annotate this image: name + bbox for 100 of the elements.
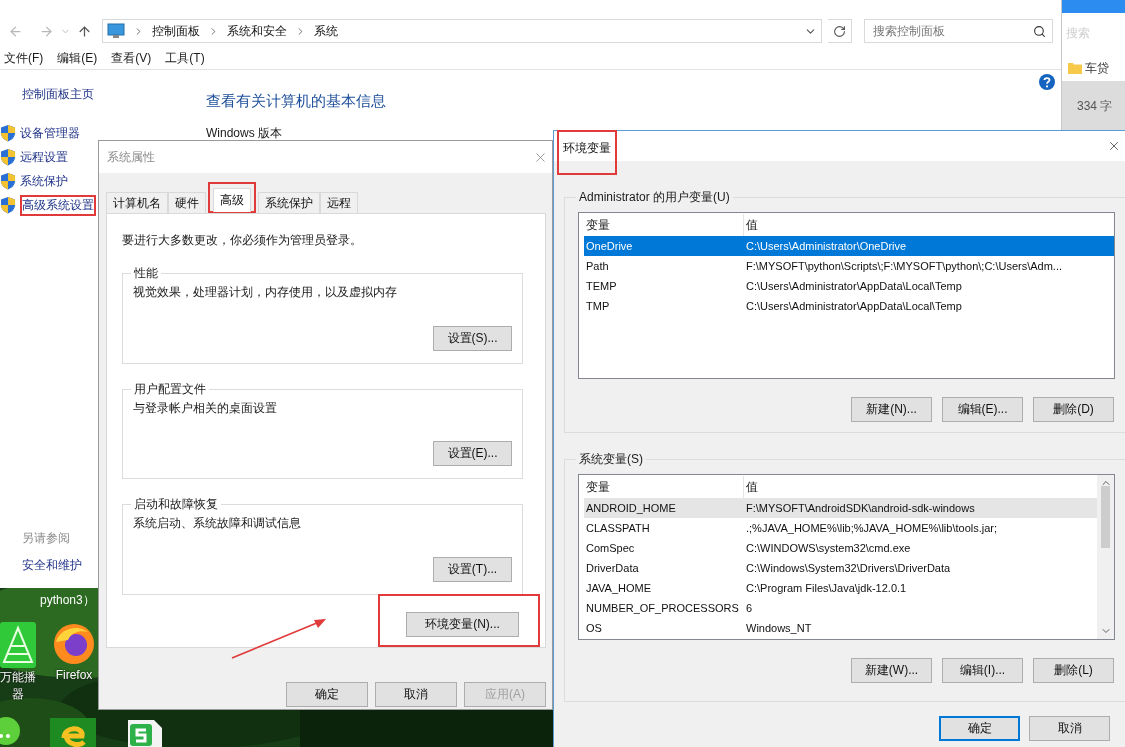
menu-item[interactable]: 查看(V) xyxy=(111,50,152,67)
breadcrumb-item[interactable]: 控制面板 xyxy=(152,22,200,40)
menu-item[interactable]: 文件(F) xyxy=(4,50,44,67)
group-description: 系统启动、系统故障和调试信息 xyxy=(133,515,302,533)
refresh-button[interactable] xyxy=(828,19,853,43)
table-row[interactable]: Path F:\MYSOFT\python\Scripts\;F:\MYSOFT\python\;C:\Users\Adm... xyxy=(584,256,1114,276)
sidebar-link[interactable]: 远程设置 xyxy=(20,148,68,166)
address-bar[interactable]: 控制面板 系统和安全 系统 xyxy=(102,19,823,43)
search-icon xyxy=(1033,24,1046,38)
table-cell-text: Windows_NT xyxy=(745,622,813,634)
tab[interactable]: 高级 xyxy=(213,188,251,212)
browser-icon[interactable] xyxy=(52,622,96,666)
table-cell-text: Path xyxy=(585,260,610,272)
variable-list[interactable] xyxy=(578,474,1115,640)
dialog-button[interactable]: 取消 xyxy=(375,682,457,707)
title-bar xyxy=(1062,0,1125,13)
scrollbar-thumb[interactable] xyxy=(1101,486,1110,548)
table-row[interactable]: CLASSPATH .;%JAVA_HOME%\lib;%JAVA_HOME%\lib\tools.jar; xyxy=(584,518,1097,538)
group-description: 视觉效果，处理器计划，内存使用，以及虚拟内存 xyxy=(133,284,398,301)
table-cell-text: ComSpec xyxy=(585,542,636,554)
desktop-caption: python3） xyxy=(40,592,95,609)
column-header[interactable]: 值 xyxy=(744,214,1114,236)
table-cell-text: .;%JAVA_HOME%\lib;%JAVA_HOME%\lib\tools.jar; xyxy=(745,522,999,534)
section-heading: 另请参阅 xyxy=(22,530,71,547)
menu-item[interactable]: 编辑(E) xyxy=(57,50,98,67)
up-icon[interactable] xyxy=(77,23,92,39)
table-cell-text: C:\WINDOWS\system32\cmd.exe xyxy=(745,542,912,554)
variable-list[interactable] xyxy=(578,212,1115,379)
group-label: 性能 xyxy=(133,265,159,282)
table-cell-text: OneDrive xyxy=(585,240,634,252)
sidebar-link[interactable]: 高级系统设置 xyxy=(22,196,94,214)
table-row[interactable]: ANDROID_HOME F:\MYSOFT\AndroidSDK\android-sdk-windows xyxy=(584,498,1097,518)
table-row[interactable]: OS Windows_NT xyxy=(584,618,1097,638)
word-count: 334 字 xyxy=(1077,98,1113,115)
shield-icon xyxy=(0,124,16,142)
dialog-title: 环境变量 xyxy=(563,140,611,157)
table-cell-text: NUMBER_OF_PROCESSORS xyxy=(585,602,740,614)
table-cell-text: 6 xyxy=(745,602,754,614)
tab[interactable]: 远程 xyxy=(320,192,358,213)
app-icon[interactable] xyxy=(50,718,96,747)
table-row[interactable]: DriverData C:\Windows\System32\Drivers\DriverData xyxy=(584,558,1097,578)
group-label: Administrator 的用户变量(U) xyxy=(578,189,731,206)
group-label: 用户配置文件 xyxy=(133,380,207,398)
menu-item[interactable]: 工具(T) xyxy=(165,50,205,67)
refresh-icon[interactable] xyxy=(833,24,847,38)
table-row[interactable]: TMP C:\Users\Administrator\AppData\Local\Temp xyxy=(584,296,1114,316)
column-header[interactable]: 值 xyxy=(744,476,1097,498)
dialog-button[interactable]: 取消 xyxy=(1029,716,1110,741)
table-cell-text: C:\Windows\System32\Drivers\DriverData xyxy=(745,562,952,574)
table-cell-text: ANDROID_HOME xyxy=(585,502,677,514)
breadcrumb-item[interactable]: 系统和安全 xyxy=(227,22,287,40)
sidebar-link[interactable]: 控制面板主页 xyxy=(22,86,200,103)
tab[interactable]: 硬件 xyxy=(168,192,206,213)
dialog-button[interactable]: 确定 xyxy=(286,682,368,707)
settings-button[interactable]: 设置(T)... xyxy=(433,557,512,582)
table-cell-text: F:\MYSOFT\AndroidSDK\android-sdk-windows xyxy=(745,502,976,514)
document-icon[interactable] xyxy=(128,720,162,747)
sidebar-link[interactable]: 设备管理器 xyxy=(20,124,80,142)
table-row[interactable]: JAVA_HOME C:\Program Files\Java\jdk-12.0.1 xyxy=(584,578,1097,598)
group-label: 启动和故障恢复 xyxy=(133,496,219,514)
settings-button[interactable]: 设置(E)... xyxy=(433,441,512,467)
folder-icon xyxy=(1068,62,1082,74)
breadcrumb-item[interactable]: 系统 xyxy=(314,22,338,40)
table-row[interactable]: NUMBER_OF_PROCESSORS 6 xyxy=(584,598,1097,618)
tab[interactable]: 计算机名 xyxy=(106,192,168,213)
list-button[interactable]: 新建(N)... xyxy=(851,397,932,422)
table-cell-text: C:\Users\Administrator\AppData\Local\Temp xyxy=(745,300,963,312)
page-heading: 查看有关计算机的基本信息 xyxy=(206,92,386,111)
list-button[interactable]: 删除(D) xyxy=(1033,397,1114,422)
section-heading: Windows 版本 xyxy=(206,125,283,142)
dialog-title: 系统属性 xyxy=(107,148,155,166)
list-button[interactable]: 编辑(I)... xyxy=(942,658,1023,683)
shield-icon xyxy=(0,148,16,166)
table-cell-text: DriverData xyxy=(585,562,640,574)
table-cell-text: C:\Program Files\Java\jdk-12.0.1 xyxy=(745,582,908,594)
tab[interactable]: 系统保护 xyxy=(258,192,320,213)
table-cell-text: TMP xyxy=(585,300,611,312)
notice-text: 要进行大多数更改，你必须作为管理员登录。 xyxy=(122,232,363,249)
environment-variables-button[interactable]: 环境变量(N)... xyxy=(406,612,519,637)
help-icon[interactable] xyxy=(1039,74,1055,90)
desktop-icon-label[interactable]: Firefox xyxy=(55,668,93,683)
scrollbar[interactable] xyxy=(1097,475,1114,639)
table-row[interactable]: TEMP C:\Users\Administrator\AppData\Local\Temp xyxy=(584,276,1114,296)
dialog-button[interactable]: 确定 xyxy=(939,716,1020,741)
close-icon[interactable] xyxy=(1107,139,1121,153)
desktop-icon-label[interactable]: 万能播 xyxy=(0,670,36,685)
table-cell-text: C:\Users\Administrator\AppData\Local\Temp xyxy=(745,280,963,292)
desktop-icon-label[interactable]: 器 xyxy=(12,687,24,702)
list-button[interactable]: 编辑(E)... xyxy=(942,397,1023,422)
folder-label[interactable]: 车贷 xyxy=(1085,59,1109,77)
sidebar-link[interactable]: 系统保护 xyxy=(20,172,68,190)
search-field[interactable]: 搜索控制面板 xyxy=(864,19,1053,43)
settings-button[interactable]: 设置(S)... xyxy=(433,325,512,351)
table-row[interactable]: ComSpec C:\WINDOWS\system32\cmd.exe xyxy=(584,538,1097,558)
table-row[interactable]: OneDrive C:\Users\Administrator\OneDrive xyxy=(584,236,1114,256)
list-button[interactable]: 删除(L) xyxy=(1033,658,1114,683)
table-cell-text: F:\MYSOFT\python\Scripts\;F:\MYSOFT\python\;C:\Users\Adm... xyxy=(745,260,1063,272)
table-cell-text: OS xyxy=(585,622,603,634)
shield-icon xyxy=(0,172,16,190)
list-button[interactable]: 新建(W)... xyxy=(851,658,932,683)
